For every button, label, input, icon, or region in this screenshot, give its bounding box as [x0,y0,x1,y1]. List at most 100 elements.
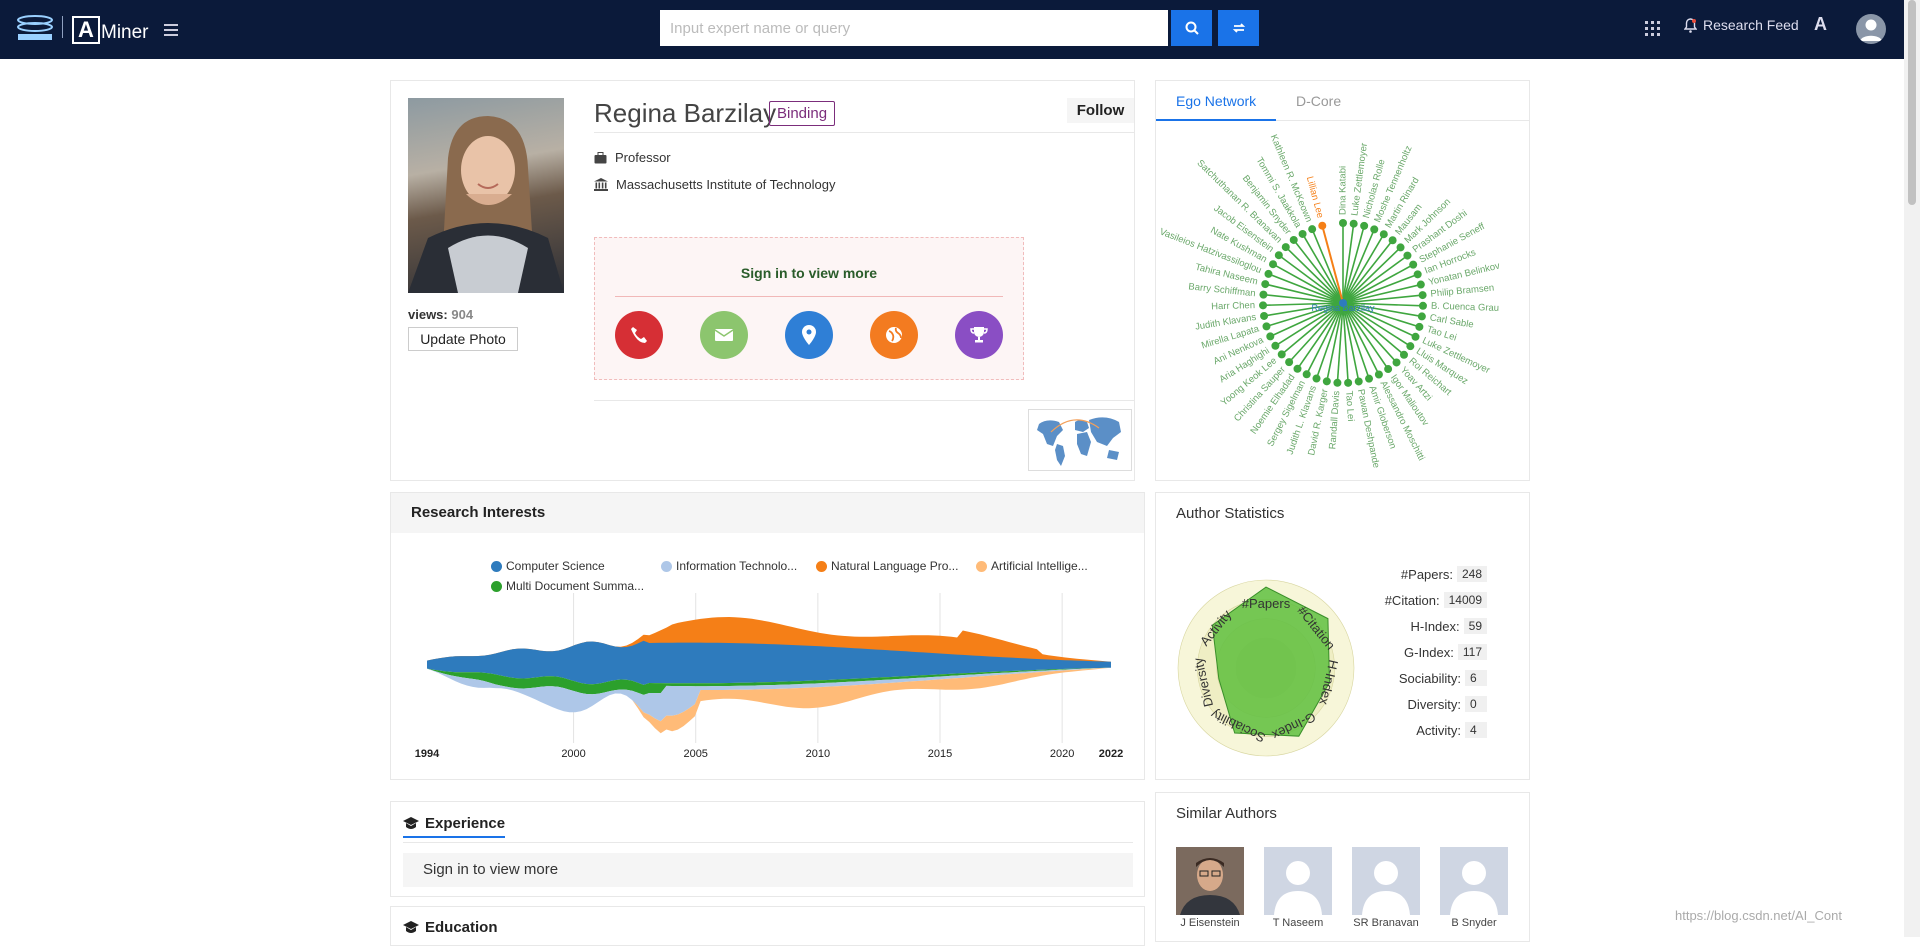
ego-node[interactable] [1260,311,1269,320]
legend-label: Natural Language Pro... [831,559,959,573]
ego-node[interactable] [1277,350,1286,359]
ego-node[interactable] [1308,225,1317,234]
stat-value: 117 [1457,644,1487,660]
ego-node[interactable] [1269,260,1278,269]
similar-author[interactable]: SR Branavan [1352,847,1420,929]
ego-node-label[interactable]: Harr Chen [1211,300,1255,312]
experience-sign-in[interactable]: Sign in to view more [403,853,1133,887]
ego-node[interactable] [1266,332,1275,341]
ego-node[interactable] [1312,374,1321,383]
update-photo-button[interactable]: Update Photo [408,327,518,351]
ego-node[interactable] [1271,341,1280,350]
ego-node[interactable] [1384,365,1393,374]
legend-label: Artificial Intellige... [991,559,1088,573]
ego-node-label[interactable]: Randall Davis [1327,390,1342,449]
ego-node[interactable] [1318,221,1327,230]
ego-node-label[interactable]: Tao Lei [1343,390,1356,421]
follow-button[interactable]: Follow [1067,98,1134,123]
ego-network-graph[interactable]: Dina Katabi Luke ZettlemoyerNicholas Roll… [1156,122,1529,480]
research-interest-streamgraph[interactable] [391,593,1144,743]
legend-item[interactable]: Information Technolo... [661,559,797,573]
legend-item[interactable]: Multi Document Summa... [491,579,644,593]
ego-node[interactable] [1259,290,1268,299]
ego-node-label[interactable]: Dina Katabi [1338,166,1349,215]
similar-author[interactable]: J Eisenstein [1176,847,1244,929]
search-button[interactable] [1171,10,1212,46]
logo-divider [62,16,63,38]
ego-node[interactable] [1354,377,1363,386]
scrollbar-thumb[interactable] [1908,0,1916,205]
tab-d-core[interactable]: D-Core [1276,81,1361,121]
world-map-thumbnail[interactable] [1028,409,1132,471]
ego-node[interactable] [1416,280,1425,289]
ego-node[interactable] [1392,358,1401,367]
ego-node[interactable] [1403,251,1412,260]
legend-item[interactable]: Artificial Intellige... [976,559,1088,573]
views-count: views: 904 [408,307,474,322]
institution-icon [594,178,608,191]
user-avatar[interactable] [1856,14,1886,44]
ego-node[interactable] [1374,370,1383,379]
email-button[interactable] [700,311,748,359]
switch-search-button[interactable] [1218,10,1259,46]
award-button[interactable] [955,311,1003,359]
ego-node[interactable] [1406,342,1415,351]
ego-node[interactable] [1396,243,1405,252]
homepage-button[interactable] [870,311,918,359]
ego-node[interactable] [1360,221,1369,230]
ego-node[interactable] [1415,322,1424,331]
ego-node[interactable] [1262,322,1271,331]
ego-node[interactable] [1418,301,1427,310]
ego-node[interactable] [1293,364,1302,373]
aminer-logo[interactable]: A Miner [72,12,149,44]
ego-node[interactable] [1399,350,1408,359]
ego-node[interactable] [1261,280,1270,289]
ego-node-label[interactable]: B. Cuenca Grau [1431,301,1499,314]
ego-node[interactable] [1285,358,1294,367]
ego-node[interactable] [1417,312,1426,321]
ego-node[interactable] [1339,219,1347,227]
similar-author[interactable]: T Naseem [1264,847,1332,929]
location-button[interactable] [785,311,833,359]
ego-node[interactable] [1289,235,1298,244]
ego-node[interactable] [1298,229,1307,238]
ego-node[interactable] [1264,269,1273,278]
experience-card: Experience Sign in to view more [390,801,1145,897]
ego-node[interactable] [1344,378,1353,387]
binding-button[interactable]: Binding [769,101,836,126]
language-switch-icon[interactable]: A [1814,14,1827,35]
ego-node[interactable] [1322,377,1331,386]
page-scrollbar[interactable] [1904,0,1920,937]
ego-node[interactable] [1281,243,1290,252]
ego-node[interactable] [1413,270,1422,279]
ego-node[interactable] [1259,301,1268,310]
ego-node[interactable] [1418,291,1427,300]
ego-node[interactable] [1274,251,1283,260]
stat-label: Diversity: [1407,696,1461,712]
apps-grid-icon[interactable] [1645,21,1660,36]
ego-node[interactable] [1388,236,1397,245]
research-feed-link[interactable]: Research Feed [1684,17,1799,33]
stat-label: #Citation: [1384,592,1440,608]
legend-item[interactable]: Computer Science [491,559,605,573]
ego-tabs: Ego Network D-Core [1156,81,1529,121]
ego-node[interactable] [1370,225,1379,234]
phone-button[interactable] [615,311,663,359]
ego-node[interactable] [1379,230,1388,239]
vicvest-logo[interactable] [16,14,54,42]
ego-node[interactable] [1365,374,1374,383]
contact-box: Sign in to view more [594,237,1024,380]
ego-node[interactable] [1349,219,1358,228]
ego-node[interactable] [1333,378,1342,387]
sign-in-link[interactable]: Sign in to view more [595,265,1023,281]
ego-edge [1321,225,1344,304]
tab-ego-network[interactable]: Ego Network [1156,81,1277,121]
similar-author[interactable]: B Snyder [1440,847,1508,929]
stat-label: H-Index: [1410,618,1460,634]
search-input[interactable] [660,10,1168,46]
ego-node[interactable] [1302,370,1311,379]
legend-item[interactable]: Natural Language Pro... [816,559,958,573]
ego-node[interactable] [1411,332,1420,341]
menu-icon[interactable] [164,24,178,36]
ego-node[interactable] [1409,260,1418,269]
